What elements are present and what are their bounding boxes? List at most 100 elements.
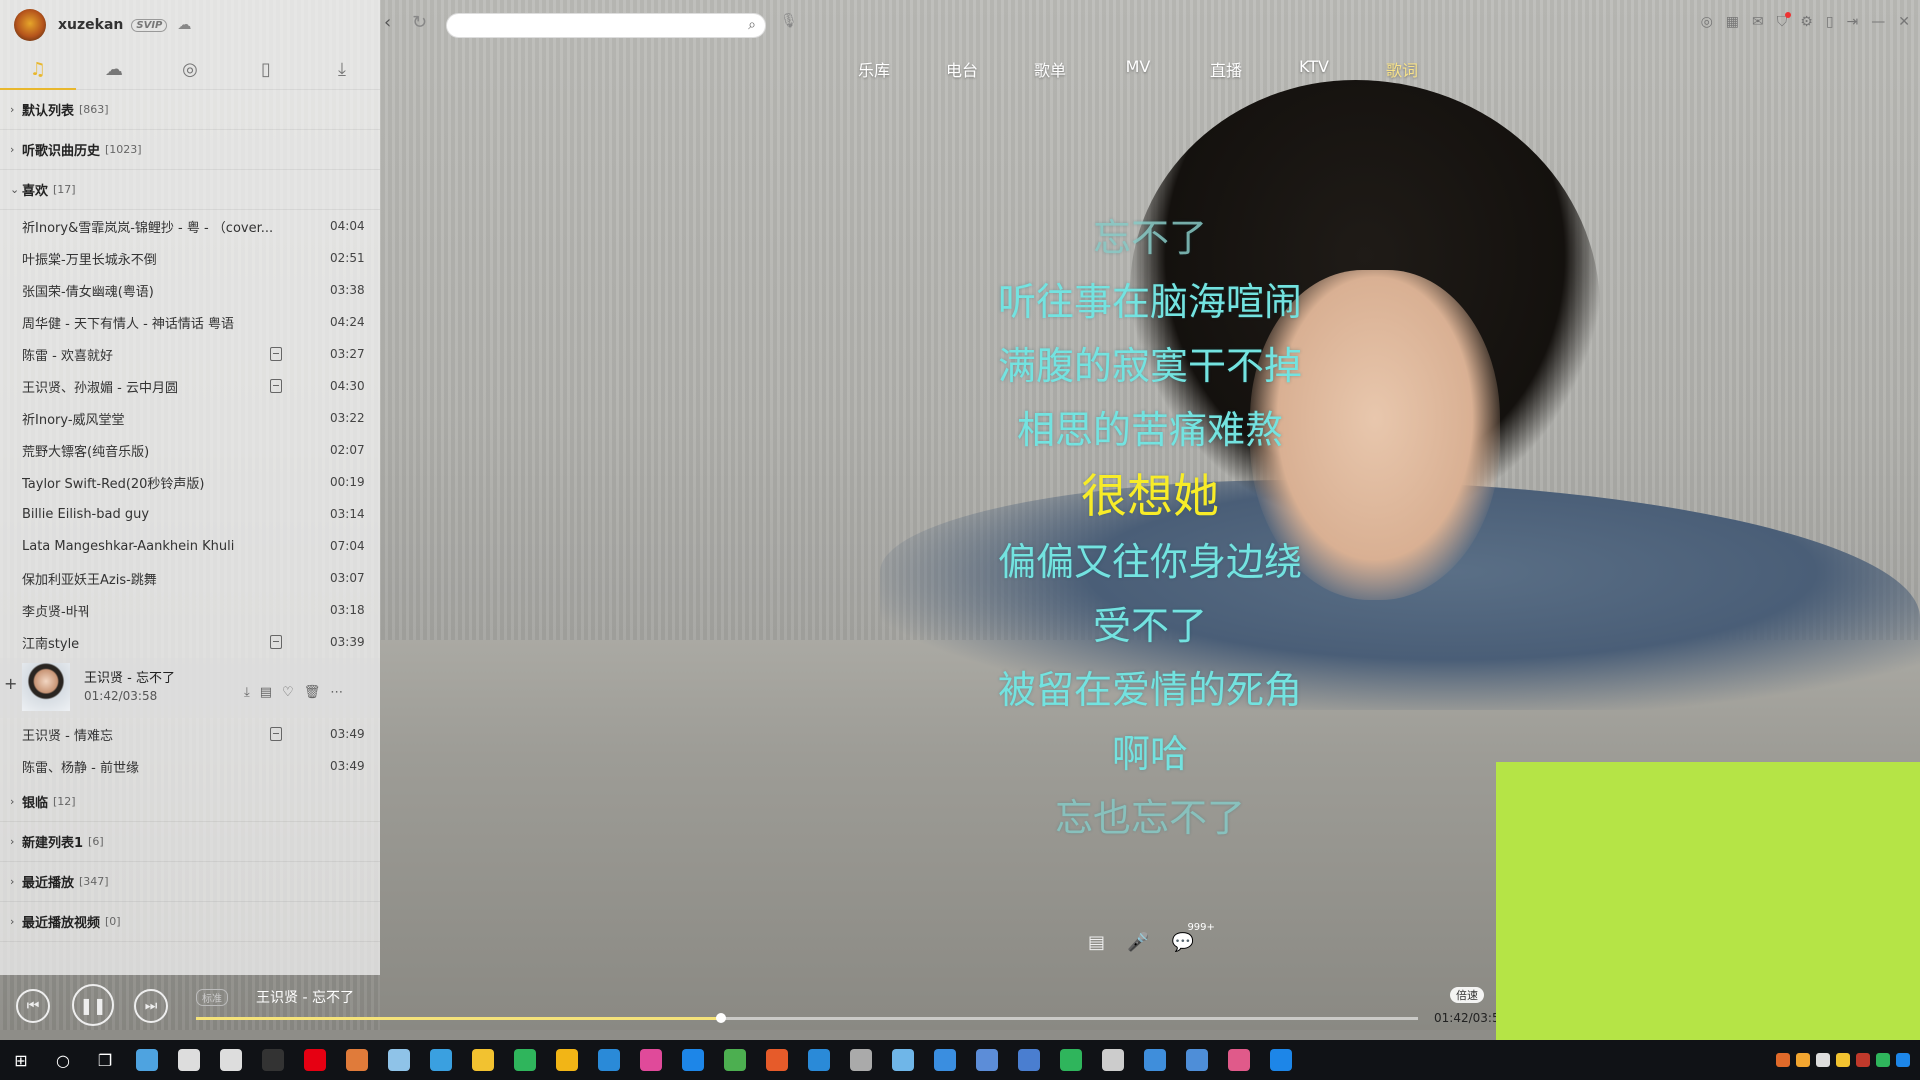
taskbar-item[interactable] bbox=[1218, 1040, 1260, 1080]
song-row[interactable]: 李贞贤-바꿔 03:18 bbox=[0, 594, 380, 626]
settings-gear-icon[interactable]: ⚙ bbox=[1800, 14, 1813, 30]
mail-icon[interactable]: ✉ bbox=[1752, 14, 1764, 30]
taskbar-item[interactable] bbox=[966, 1040, 1008, 1080]
minimize-icon[interactable]: — bbox=[1871, 14, 1885, 30]
refresh-icon[interactable]: ↻ bbox=[412, 12, 427, 33]
progress-bar[interactable] bbox=[196, 1013, 1418, 1023]
tab-6[interactable]: 歌词 bbox=[1358, 57, 1446, 81]
taskbar-item[interactable]: ○ bbox=[42, 1040, 84, 1080]
playback-speed-button[interactable]: 倍速 bbox=[1450, 987, 1484, 1003]
song-row[interactable]: 张国荣-倩女幽魂(粤语) 03:38 bbox=[0, 274, 380, 306]
playlist-group[interactable]: › 新建列表1 [6] bbox=[0, 822, 380, 862]
svip-badge[interactable]: SVIP bbox=[131, 18, 168, 32]
taskbar-item[interactable] bbox=[294, 1040, 336, 1080]
target-icon[interactable]: ◎ bbox=[1701, 14, 1713, 30]
search-icon[interactable]: ⌕ bbox=[748, 17, 756, 33]
song-row[interactable]: 叶振棠-万里长城永不倒 02:51 bbox=[0, 242, 380, 274]
mv-toggle-icon[interactable]: ▤ bbox=[1088, 932, 1105, 953]
song-row[interactable]: 陈雷、杨静 - 前世缘 03:49 bbox=[0, 750, 380, 782]
song-row[interactable]: 周华健 - 天下有情人 - 神话情话 粤语 04:24 bbox=[0, 306, 380, 338]
song-row[interactable]: 王识贤、孙淑媚 - 云中月圆 04:30 bbox=[0, 370, 380, 402]
quality-badge[interactable]: 标准 bbox=[196, 989, 228, 1006]
song-row[interactable]: Lata Mangeshkar-Aankhein Khuli 07:04 bbox=[0, 530, 380, 562]
taskbar-item[interactable] bbox=[714, 1040, 756, 1080]
taskbar-item[interactable] bbox=[924, 1040, 966, 1080]
skin-shirt-icon[interactable]: ⛉ bbox=[1777, 12, 1791, 30]
apps-grid-icon[interactable]: ▦ bbox=[1726, 14, 1739, 30]
progress-handle[interactable] bbox=[716, 1013, 726, 1023]
tray-app-3-icon[interactable] bbox=[1816, 1053, 1830, 1067]
playlist-group[interactable]: › 最近播放 [347] bbox=[0, 862, 380, 902]
taskbar-item[interactable] bbox=[672, 1040, 714, 1080]
more-icon[interactable]: ⋯ bbox=[330, 685, 343, 700]
playlist-group[interactable]: › 默认列表 [863] bbox=[0, 90, 380, 130]
taskbar-item[interactable] bbox=[882, 1040, 924, 1080]
sidebar-tab[interactable]: ⤓ bbox=[304, 59, 380, 80]
playlist-group[interactable]: › 听歌识曲历史 [1023] bbox=[0, 130, 380, 170]
taskbar-item[interactable] bbox=[462, 1040, 504, 1080]
song-row[interactable]: Billie Eilish-bad guy 03:14 bbox=[0, 498, 380, 530]
song-row[interactable]: 江南style 03:39 bbox=[0, 626, 380, 658]
song-row[interactable]: 祈Inory&雪霏岚岚-锦鲤抄 - 粤 - （cover... 04:04 bbox=[0, 210, 380, 242]
taskbar-item[interactable] bbox=[1092, 1040, 1134, 1080]
heart-icon[interactable]: ♡ bbox=[282, 685, 294, 700]
song-row[interactable]: 陈雷 - 欢喜就好 03:27 bbox=[0, 338, 380, 370]
song-row[interactable]: 王识贤 - 情难忘 03:49 bbox=[0, 718, 380, 750]
taskbar-item[interactable] bbox=[840, 1040, 882, 1080]
taskbar-item[interactable] bbox=[378, 1040, 420, 1080]
now-playing-row[interactable]: + 王识贤 - 忘不了 01:42/03:58 ⤓ ▤ ♡ 🗑 ⋯ bbox=[0, 658, 380, 718]
exit-mode-icon[interactable]: ⇥ bbox=[1847, 14, 1859, 30]
taskbar-item[interactable] bbox=[168, 1040, 210, 1080]
add-icon[interactable]: + bbox=[4, 674, 17, 693]
delete-icon[interactable]: 🗑 bbox=[304, 685, 321, 700]
tray-app-1-icon[interactable] bbox=[1776, 1053, 1790, 1067]
tab-2[interactable]: 歌单 bbox=[1006, 57, 1094, 81]
close-icon[interactable]: ✕ bbox=[1898, 14, 1910, 30]
taskbar-item[interactable] bbox=[588, 1040, 630, 1080]
song-row[interactable]: 祈Inory-威风堂堂 03:22 bbox=[0, 402, 380, 434]
now-playing-title[interactable]: 王识贤 - 忘不了 bbox=[256, 987, 354, 1007]
sidebar-tab[interactable]: ☁ bbox=[76, 59, 152, 80]
mini-mode-icon[interactable]: ▯ bbox=[1826, 14, 1834, 30]
taskbar-item[interactable] bbox=[798, 1040, 840, 1080]
pause-button[interactable]: ❚❚ bbox=[72, 984, 114, 1026]
tab-5[interactable]: KTV bbox=[1270, 57, 1358, 81]
mv-icon[interactable] bbox=[270, 347, 282, 361]
taskbar-item[interactable]: ⊞ bbox=[0, 1040, 42, 1080]
taskbar-item[interactable] bbox=[546, 1040, 588, 1080]
playlist-group[interactable]: › 最近播放视频 [0] bbox=[0, 902, 380, 942]
tray-app-2-icon[interactable] bbox=[1796, 1053, 1810, 1067]
taskbar-item[interactable] bbox=[630, 1040, 672, 1080]
taskbar-item[interactable] bbox=[336, 1040, 378, 1080]
username[interactable]: xuzekan bbox=[58, 17, 123, 33]
cloud-sync-icon[interactable]: ☁ bbox=[177, 17, 191, 33]
taskbar-item[interactable]: ❐ bbox=[84, 1040, 126, 1080]
song-row[interactable]: Taylor Swift-Red(20秒铃声版) 00:19 bbox=[0, 466, 380, 498]
comment-icon[interactable]: 💬 999+ bbox=[1171, 922, 1214, 953]
tray-app-6-icon[interactable] bbox=[1876, 1053, 1890, 1067]
back-button[interactable]: ‹ bbox=[384, 12, 391, 33]
search-box[interactable]: ⌕ bbox=[446, 13, 766, 38]
mv-icon[interactable] bbox=[270, 379, 282, 393]
taskbar-item[interactable] bbox=[1176, 1040, 1218, 1080]
song-row[interactable]: 保加利亚妖王Azis-跳舞 03:07 bbox=[0, 562, 380, 594]
taskbar-item[interactable] bbox=[1260, 1040, 1302, 1080]
next-track-button[interactable]: ⏭ bbox=[134, 989, 168, 1023]
taskbar-item[interactable] bbox=[126, 1040, 168, 1080]
mv-icon[interactable]: ▤ bbox=[260, 685, 272, 700]
avatar[interactable] bbox=[14, 9, 46, 41]
sidebar-tab[interactable]: ◎ bbox=[152, 59, 228, 80]
taskbar-item[interactable] bbox=[1134, 1040, 1176, 1080]
karaoke-mic-icon[interactable]: 🎤 bbox=[1127, 932, 1149, 953]
tab-3[interactable]: MV bbox=[1094, 57, 1182, 81]
tray-app-4-icon[interactable] bbox=[1836, 1053, 1850, 1067]
mv-icon[interactable] bbox=[270, 727, 282, 741]
voice-search-icon[interactable]: 🎙 bbox=[780, 13, 798, 29]
tab-4[interactable]: 直播 bbox=[1182, 57, 1270, 81]
taskbar-item[interactable] bbox=[1050, 1040, 1092, 1080]
taskbar-item[interactable] bbox=[252, 1040, 294, 1080]
taskbar-item[interactable] bbox=[420, 1040, 462, 1080]
playlist-group[interactable]: ⌄ 喜欢 [17] bbox=[0, 170, 380, 210]
song-row[interactable]: 荒野大镖客(纯音乐版) 02:07 bbox=[0, 434, 380, 466]
sidebar-tab[interactable]: ▯ bbox=[228, 59, 304, 80]
